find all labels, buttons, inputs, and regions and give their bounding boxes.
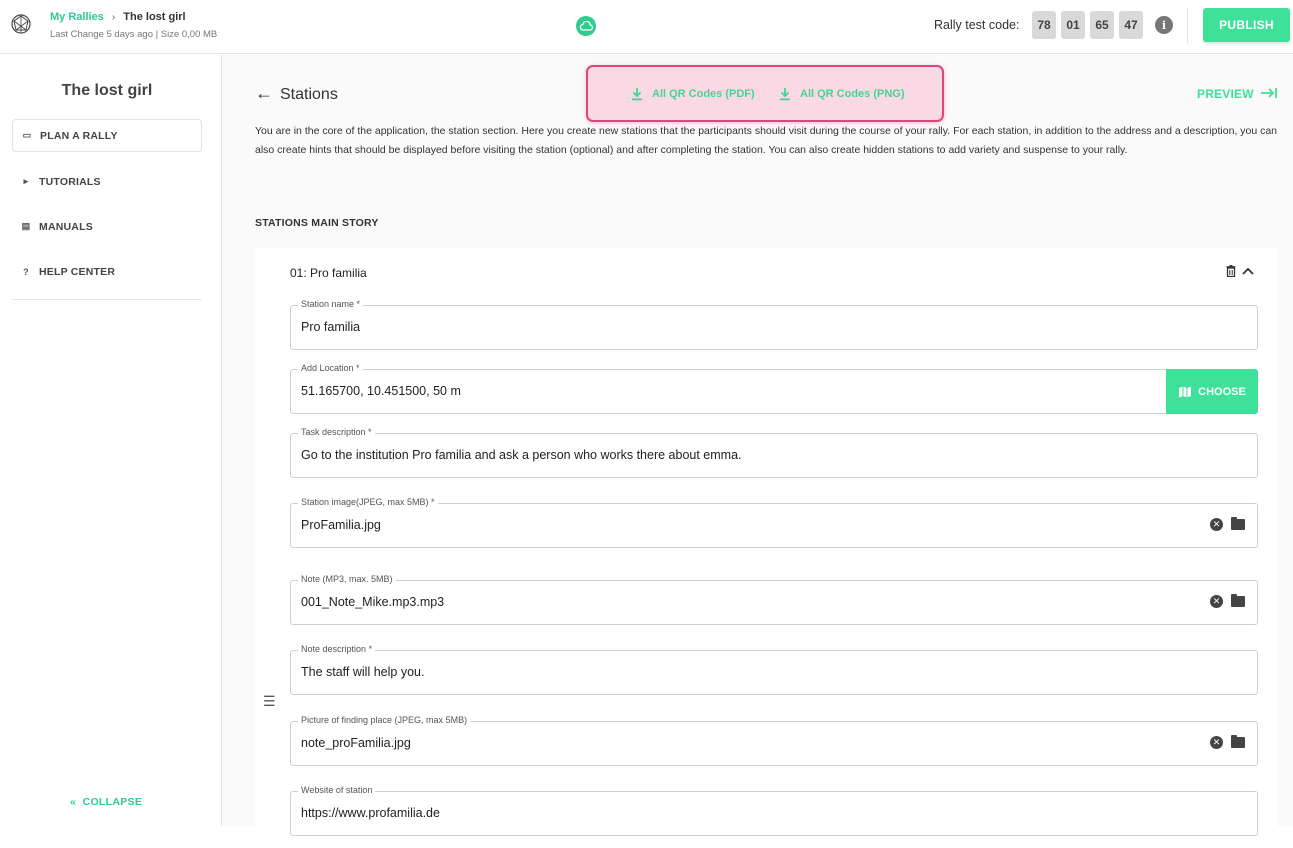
website-field[interactable]: Website of station https://www.profamili… xyxy=(290,785,1258,836)
caret-right-icon: ▸ xyxy=(23,176,29,186)
arrow-to-right-icon xyxy=(1261,88,1278,98)
download-qr-pdf-button[interactable]: All QR Codes (PDF) xyxy=(631,87,755,101)
test-code-label: Rally test code: xyxy=(934,18,1020,32)
test-code-digit: 78 xyxy=(1032,11,1056,39)
field-value: The staff will help you. xyxy=(301,665,425,679)
download-icon xyxy=(780,88,790,101)
chevron-up-icon[interactable] xyxy=(1242,263,1254,278)
choose-label: CHOOSE xyxy=(1198,385,1246,398)
trash-icon[interactable] xyxy=(1226,265,1236,280)
intro-text: You are in the core of the application, … xyxy=(255,125,1278,156)
collapse-button[interactable]: « COLLAPSE xyxy=(70,796,142,808)
field-value: 001_Note_Mike.mp3.mp3 xyxy=(301,595,445,609)
station-image-field[interactable]: Station image(JPEG, max 5MB) * ProFamili… xyxy=(290,497,1258,548)
field-label: Add Location * xyxy=(298,363,363,373)
sidebar-item-help-center[interactable]: ? HELP CENTER xyxy=(12,255,202,288)
task-description-field[interactable]: Task description * Go to the institution… xyxy=(290,427,1258,478)
map-icon xyxy=(1179,386,1192,397)
drag-handle-icon[interactable]: ☰ xyxy=(263,693,276,710)
preview-button[interactable]: PREVIEW xyxy=(1197,87,1278,101)
page-title: Stations xyxy=(280,86,338,103)
qr-download-panel: All QR Codes (PDF) All QR Codes (PNG) xyxy=(586,65,944,122)
sidebar-title: The lost girl xyxy=(61,82,153,99)
section-heading: STATIONS MAIN STORY xyxy=(255,217,379,229)
test-code-digit: 65 xyxy=(1090,11,1114,39)
sidebar-item-tutorials[interactable]: ▸ TUTORIALS xyxy=(12,165,202,198)
divider xyxy=(12,299,202,300)
breadcrumb-current: The lost girl xyxy=(123,11,186,23)
collapse-label: COLLAPSE xyxy=(82,796,143,808)
finding-place-picture-field[interactable]: Picture of finding place (JPEG, max 5MB)… xyxy=(290,715,1258,766)
preview-label: PREVIEW xyxy=(1197,87,1254,101)
app-logo-icon[interactable] xyxy=(10,13,32,35)
station-card: ☰ 01: Pro familia Station name * Pro fam… xyxy=(255,248,1277,848)
field-value: Go to the institution Pro familia and as… xyxy=(301,448,742,462)
qr-pdf-label: All QR Codes (PDF) xyxy=(652,88,755,100)
field-label: Task description * xyxy=(298,427,375,437)
sidebar: The lost girl ▭ PLAN A RALLY ▸ TUTORIALS… xyxy=(0,55,222,826)
field-label: Station image(JPEG, max 5MB) * xyxy=(298,497,438,507)
clear-icon[interactable]: ✕ xyxy=(1210,518,1223,531)
download-icon xyxy=(632,88,642,101)
field-value: ProFamilia.jpg xyxy=(301,518,381,532)
main-content: ← Stations All QR Codes (PDF) All QR Cod… xyxy=(222,55,1293,848)
breadcrumb: My Rallies › The lost girl xyxy=(50,11,186,23)
location-field[interactable]: Add Location * 51.165700, 10.451500, 50 … xyxy=(290,363,1258,414)
field-value: https://www.profamilia.de xyxy=(301,806,440,820)
folder-icon[interactable] xyxy=(1231,517,1245,530)
field-label: Note (MP3, max. 5MB) xyxy=(298,574,396,584)
field-value: Pro familia xyxy=(301,320,361,334)
field-label: Picture of finding place (JPEG, max 5MB) xyxy=(298,715,471,725)
qr-png-label: All QR Codes (PNG) xyxy=(800,88,905,100)
download-qr-png-button[interactable]: All QR Codes (PNG) xyxy=(779,87,905,101)
rally-meta: Last Change 5 days ago | Size 0,00 MB xyxy=(50,29,218,40)
clear-icon[interactable]: ✕ xyxy=(1210,736,1223,749)
sidebar-item-label: PLAN A RALLY xyxy=(40,129,118,142)
top-bar: My Rallies › The lost girl Last Change 5… xyxy=(0,0,1293,54)
choose-location-button[interactable]: CHOOSE xyxy=(1166,369,1258,414)
station-title: 01: Pro familia xyxy=(290,266,367,280)
folder-icon[interactable] xyxy=(1231,735,1245,748)
info-icon[interactable]: i xyxy=(1155,16,1173,34)
field-label: Station name * xyxy=(298,299,364,309)
question-icon: ? xyxy=(23,266,29,277)
field-label: Note description * xyxy=(298,644,376,654)
breadcrumb-my-rallies[interactable]: My Rallies xyxy=(50,11,104,23)
sidebar-item-manuals[interactable]: ▤ MANUALS xyxy=(12,210,202,243)
sidebar-item-label: TUTORIALS xyxy=(39,175,101,188)
clear-icon[interactable]: ✕ xyxy=(1210,595,1223,608)
station-name-field[interactable]: Station name * Pro familia xyxy=(290,299,1258,350)
note-description-field[interactable]: Note description * The staff will help y… xyxy=(290,644,1258,695)
note-audio-field[interactable]: Note (MP3, max. 5MB) 001_Note_Mike.mp3.m… xyxy=(290,574,1258,625)
field-label: Website of station xyxy=(298,785,376,795)
field-value: 51.165700, 10.451500, 50 m xyxy=(301,384,461,398)
breadcrumb-separator-icon: › xyxy=(111,12,116,23)
test-code-digit: 01 xyxy=(1061,11,1085,39)
gamepad-icon: ▭ xyxy=(22,130,32,140)
document-icon: ▤ xyxy=(21,221,31,231)
cloud-sync-icon xyxy=(576,16,596,36)
sidebar-item-label: MANUALS xyxy=(39,220,93,233)
sidebar-item-label: HELP CENTER xyxy=(39,265,116,278)
double-chevron-left-icon: « xyxy=(70,796,77,808)
publish-button[interactable]: PUBLISH xyxy=(1203,8,1290,42)
folder-icon[interactable] xyxy=(1231,594,1245,607)
divider xyxy=(1187,8,1188,44)
back-arrow-icon[interactable]: ← xyxy=(255,83,273,104)
field-value: note_proFamilia.jpg xyxy=(301,736,411,750)
sidebar-item-plan-a-rally[interactable]: ▭ PLAN A RALLY xyxy=(12,119,202,152)
test-code-digit: 47 xyxy=(1119,11,1143,39)
